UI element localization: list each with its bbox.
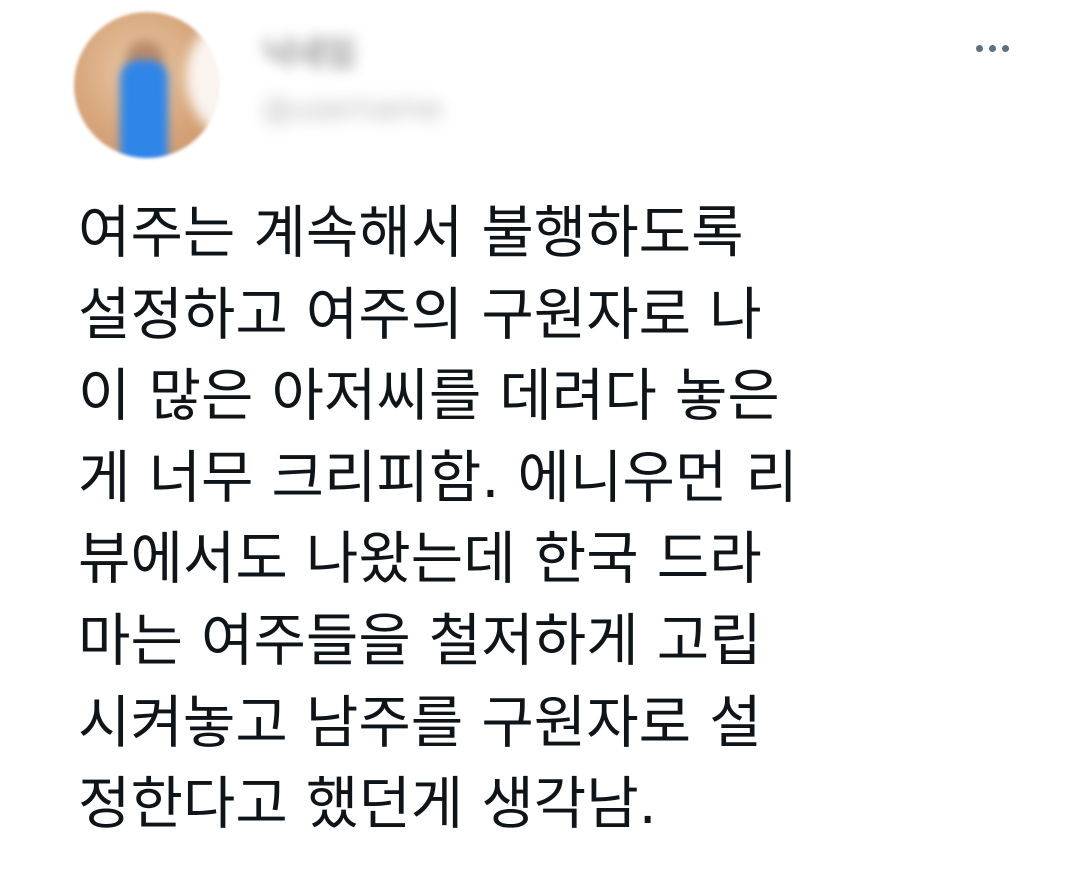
user-handle[interactable]: @username bbox=[262, 92, 442, 127]
tweet-text-line: 뷰에서도 나왔는데 한국 드라 bbox=[78, 526, 762, 593]
more-horizontal-icon bbox=[975, 44, 983, 52]
tweet-text-line: 정한다고 했던게 생각남. bbox=[78, 771, 657, 838]
tweet-text-line: 시켜놓고 남주를 구원자로 설 bbox=[78, 689, 762, 756]
tweet-text-line: 게 너무 크리피함. 에니우먼 리 bbox=[78, 444, 798, 511]
tweet-text-line: 마는 여주들을 철저하게 고립 bbox=[78, 607, 762, 674]
tweet-text-line: 설정하고 여주의 구원자로 나 bbox=[78, 281, 762, 348]
tweet-card: 닉네임 @username 여주는 계속해서 불행하도록 설정하고 여주의 구원… bbox=[0, 0, 1084, 888]
more-options-button[interactable] bbox=[964, 28, 1020, 68]
tweet-text-line: 이 많은 아저씨를 데려다 놓은 bbox=[78, 363, 780, 430]
avatar-figure-blurred bbox=[120, 60, 168, 158]
tweet-text: 여주는 계속해서 불행하도록 설정하고 여주의 구원자로 나 이 많은 아저씨를… bbox=[78, 193, 1038, 846]
tweet-text-line: 여주는 계속해서 불행하도록 bbox=[78, 200, 744, 266]
more-horizontal-icon bbox=[988, 44, 996, 52]
more-horizontal-icon bbox=[1001, 44, 1009, 52]
display-name[interactable]: 닉네임 bbox=[262, 26, 356, 75]
